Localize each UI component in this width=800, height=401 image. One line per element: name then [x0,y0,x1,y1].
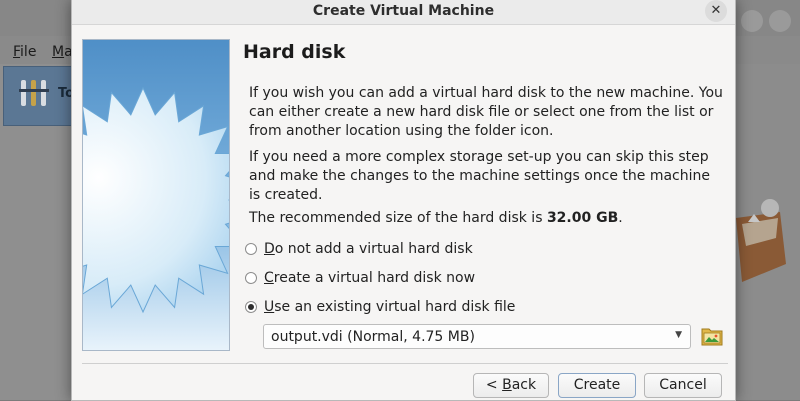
recommended-size-prefix: The recommended size of the hard disk is [249,210,547,226]
menu-machine-mnemonic: M [52,44,65,60]
radio-create-disk-mnemonic: C [264,270,274,286]
background-minimize-button [741,10,763,32]
back-button[interactable]: < Back [473,373,549,398]
radio-existing-disk-rest: se an existing virtual hard disk file [274,299,516,315]
cancel-button[interactable]: Cancel [644,373,722,398]
close-button[interactable]: ✕ [705,0,727,22]
starburst-illustration-icon [83,40,229,350]
button-separator [82,363,728,364]
recommended-size-text: The recommended size of the hard disk is… [249,209,724,228]
radio-create-disk[interactable]: Create a virtual hard disk now [245,267,475,289]
recommended-size-suffix: . [618,210,623,226]
radio-no-disk-indicator[interactable] [245,243,257,255]
menu-file-mnemonic: F [13,44,21,60]
dialog-title: Create Virtual Machine [312,3,495,19]
back-button-mnemonic: B [502,377,512,393]
tools-icon [19,80,49,106]
back-button-prefix: < [485,377,503,393]
background-maximize-button [769,10,791,32]
back-button-rest: ack [511,377,537,393]
radio-no-disk-rest: o not add a virtual hard disk [274,241,473,257]
radio-no-disk-mnemonic: D [264,241,275,257]
recommended-size-value: 32.00 GB [546,210,619,226]
description-paragraph-2: If you need a more complex storage set-u… [249,149,710,203]
create-button[interactable]: Create [558,373,636,398]
menu-file-rest: ile [20,44,37,60]
radio-existing-disk[interactable]: Use an existing virtual hard disk file [245,296,515,318]
radio-no-disk-label: Do not add a virtual hard disk [264,241,473,257]
description-paragraph-1: If you wish you can add a virtual hard d… [249,85,723,139]
welcome-illustration-icon [736,199,786,282]
background-menu-file: File [13,44,36,60]
radio-existing-disk-label: Use an existing virtual hard disk file [264,299,515,315]
radio-create-disk-indicator[interactable] [245,272,257,284]
existing-disk-select[interactable]: output.vdi (Normal, 4.75 MB) ▼ [263,324,691,349]
radio-create-disk-rest: reate a virtual hard disk now [273,270,476,286]
close-icon: ✕ [710,3,722,18]
folder-icon[interactable] [700,324,724,348]
page-title: Hard disk [243,41,346,63]
chevron-down-icon: ▼ [675,330,682,340]
create-vm-dialog: Create Virtual Machine ✕ Hard disk If yo… [71,0,736,401]
existing-disk-select-value: output.vdi (Normal, 4.75 MB) [271,329,475,345]
radio-create-disk-label: Create a virtual hard disk now [264,270,475,286]
wizard-side-image [82,39,230,351]
radio-existing-disk-mnemonic: U [264,299,275,315]
radio-no-disk[interactable]: Do not add a virtual hard disk [245,238,473,260]
radio-existing-disk-indicator[interactable] [245,301,257,313]
background-menu-machine: Ma [52,44,73,60]
